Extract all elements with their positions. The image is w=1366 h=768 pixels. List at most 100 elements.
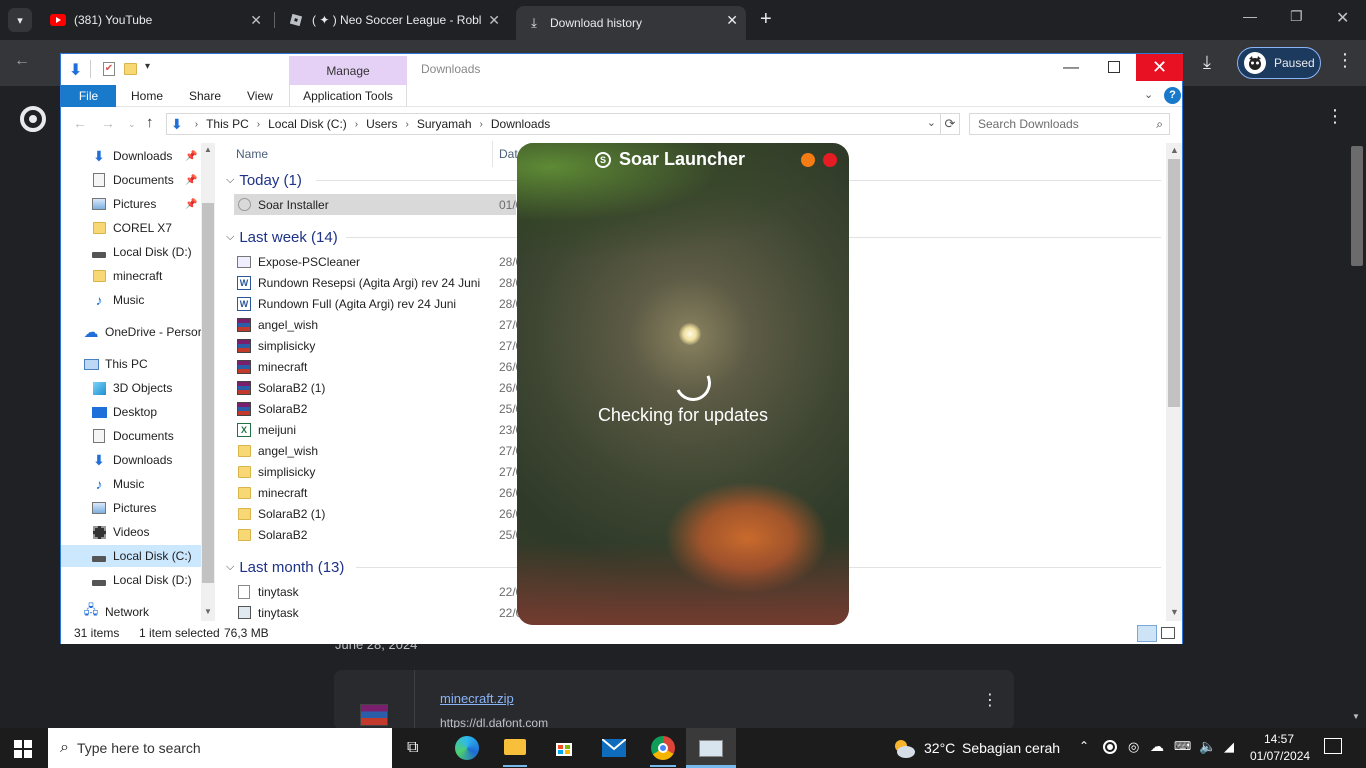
details-view-icon[interactable]	[1137, 625, 1157, 642]
recent-dropdown-icon[interactable]: ⌄	[128, 119, 136, 130]
soar-taskbar-button[interactable]	[686, 728, 736, 768]
file-row[interactable]: minecraft	[236, 356, 307, 377]
close-window-icon[interactable]: ✕	[1336, 8, 1349, 28]
clock[interactable]: 14:57 01/07/2024	[1250, 732, 1310, 763]
tab-share[interactable]: Share	[189, 89, 221, 103]
close-icon[interactable]: ✕	[250, 12, 262, 29]
webcam-icon[interactable]: ◎	[1128, 739, 1139, 755]
file-explorer-taskbar-icon[interactable]	[504, 739, 526, 755]
breadcrumb-item[interactable]: Users	[366, 117, 397, 131]
tab-download-history[interactable]: ⤓ Download history ✕	[516, 6, 746, 40]
file-row[interactable]: SolaraB2 (1)	[236, 377, 325, 398]
nav-item-local-disk-c[interactable]: Local Disk (C:)	[61, 545, 201, 567]
group-header[interactable]: ⌵ Last week (14)	[226, 226, 338, 248]
maximize-icon[interactable]	[1108, 61, 1120, 73]
nav-item-local-disk-d[interactable]: Local Disk (D:)	[91, 569, 192, 591]
breadcrumb-item[interactable]: Local Disk (C:)	[268, 117, 347, 131]
start-button[interactable]	[14, 740, 32, 761]
group-header[interactable]: ⌵ Last month (13)	[226, 556, 344, 578]
show-hidden-icons-icon[interactable]: ⌃	[1079, 739, 1089, 753]
breadcrumb-item[interactable]: This PC	[206, 117, 249, 131]
download-more-icon[interactable]: ⋮	[982, 690, 998, 710]
file-row[interactable]: angel_wish	[236, 440, 318, 461]
close-button[interactable]	[823, 153, 837, 167]
scroll-up-icon[interactable]: ▲	[1170, 145, 1179, 155]
weather-temperature[interactable]: 32°C	[924, 740, 955, 756]
expand-ribbon-icon[interactable]: ⌄	[1144, 88, 1153, 101]
new-folder-icon[interactable]	[124, 63, 137, 75]
download-file-link[interactable]: minecraft.zip	[440, 691, 514, 706]
file-row[interactable]: W Rundown Full (Agita Argi) rev 24 Juni	[236, 293, 456, 314]
help-icon[interactable]: ?	[1164, 87, 1181, 104]
back-icon[interactable]: ←	[14, 52, 30, 70]
nav-item-minecraft[interactable]: minecraft	[91, 265, 162, 287]
content-scrollbar[interactable]: ▲ ▼	[1166, 143, 1182, 621]
store-icon[interactable]	[554, 737, 574, 757]
more-actions-icon[interactable]: ⋮	[1326, 106, 1344, 127]
search-input[interactable]: Search Downloads ⌕	[969, 113, 1170, 135]
nav-item-videos[interactable]: Videos	[91, 521, 149, 543]
volume-icon[interactable]: 🔈	[1199, 738, 1216, 755]
weather-icon[interactable]	[892, 737, 916, 759]
close-icon[interactable]: ✕	[726, 12, 738, 29]
menu-icon[interactable]: ⋮	[1336, 50, 1354, 71]
file-row[interactable]: simplisicky	[236, 461, 315, 482]
file-row[interactable]: simplisicky	[236, 335, 315, 356]
tab-search-button[interactable]: ▾	[8, 8, 32, 32]
tab-home[interactable]: Home	[131, 89, 163, 103]
network-icon[interactable]: ◢	[1224, 739, 1234, 755]
content-scroll-thumb[interactable]	[1168, 159, 1180, 407]
nav-item-downloads[interactable]: ⬇ Downloads	[91, 449, 172, 471]
tab-view[interactable]: View	[247, 89, 273, 103]
scroll-down-icon[interactable]: ▼	[1170, 607, 1179, 617]
tab-file[interactable]: File	[61, 85, 116, 107]
nav-item-pictures[interactable]: Pictures 📌	[91, 193, 197, 215]
minimize-icon[interactable]: —	[1063, 59, 1079, 77]
page-scrollbar[interactable]	[1351, 146, 1363, 266]
file-row[interactable]: Soar Installer	[234, 194, 516, 215]
scroll-up-icon[interactable]: ▲	[204, 145, 212, 154]
onedrive-cloud-icon[interactable]: ☁	[1150, 738, 1164, 755]
minimize-button[interactable]	[801, 153, 815, 167]
file-row[interactable]: tinytask	[236, 581, 299, 602]
large-icons-view-icon[interactable]	[1161, 627, 1175, 639]
address-dropdown-icon[interactable]: ⌄	[927, 116, 936, 129]
new-tab-button[interactable]: +	[760, 8, 772, 31]
file-row[interactable]: angel_wish	[236, 314, 318, 335]
nav-scroll-thumb[interactable]	[202, 203, 214, 583]
breadcrumb-item[interactable]: Suryamah	[417, 117, 472, 131]
task-view-icon[interactable]: ⧉	[407, 739, 418, 757]
forward-icon[interactable]: →	[101, 115, 115, 131]
nav-item-3d-objects[interactable]: 3D Objects	[91, 377, 172, 399]
record-icon[interactable]	[1103, 740, 1117, 754]
nav-item-music[interactable]: ♪ Music	[91, 473, 145, 495]
nav-item-desktop[interactable]: Desktop	[91, 401, 157, 423]
nav-item-music[interactable]: ♪ Music	[91, 289, 145, 311]
column-header-name[interactable]: Name	[236, 147, 268, 161]
restore-icon[interactable]: ❐	[1290, 8, 1303, 25]
scroll-down-icon[interactable]: ▼	[204, 607, 212, 616]
scroll-down-icon[interactable]: ▼	[1352, 712, 1360, 721]
keyboard-ime-icon[interactable]: ⌨	[1174, 739, 1191, 753]
nav-item-corel-x7[interactable]: COREL X7	[91, 217, 172, 239]
breadcrumb-item[interactable]: Downloads	[491, 117, 550, 131]
address-bar[interactable]: ⬇ › This PC › Local Disk (C:) › Users › …	[166, 113, 941, 135]
file-row[interactable]: tinytask	[236, 602, 299, 621]
downloads-icon[interactable]: ⤓	[1203, 52, 1211, 73]
nav-item-onedrive-persor[interactable]: ☁ OneDrive - Persor	[83, 321, 202, 343]
nav-item-downloads[interactable]: ⬇ Downloads 📌	[91, 145, 197, 167]
up-icon[interactable]: ↑	[146, 114, 154, 131]
close-icon[interactable]: ✕	[488, 12, 500, 29]
nav-item-pictures[interactable]: Pictures	[91, 497, 156, 519]
nav-item-documents[interactable]: Documents 📌	[91, 169, 197, 191]
edge-icon[interactable]	[455, 736, 479, 760]
taskbar-search-box[interactable]: ⌕ Type here to search	[48, 728, 392, 768]
properties-icon[interactable]: ✔	[103, 62, 115, 76]
back-icon[interactable]: ←	[73, 115, 87, 131]
group-header[interactable]: ⌵ Today (1)	[226, 169, 302, 191]
mail-icon[interactable]	[601, 738, 627, 757]
file-row[interactable]: SolaraB2	[236, 524, 307, 545]
file-row[interactable]: W Rundown Resepsi (Agita Argi) rev 24 Jun…	[236, 272, 480, 293]
file-row[interactable]: SolaraB2	[236, 398, 307, 419]
file-row[interactable]: SolaraB2 (1)	[236, 503, 325, 524]
